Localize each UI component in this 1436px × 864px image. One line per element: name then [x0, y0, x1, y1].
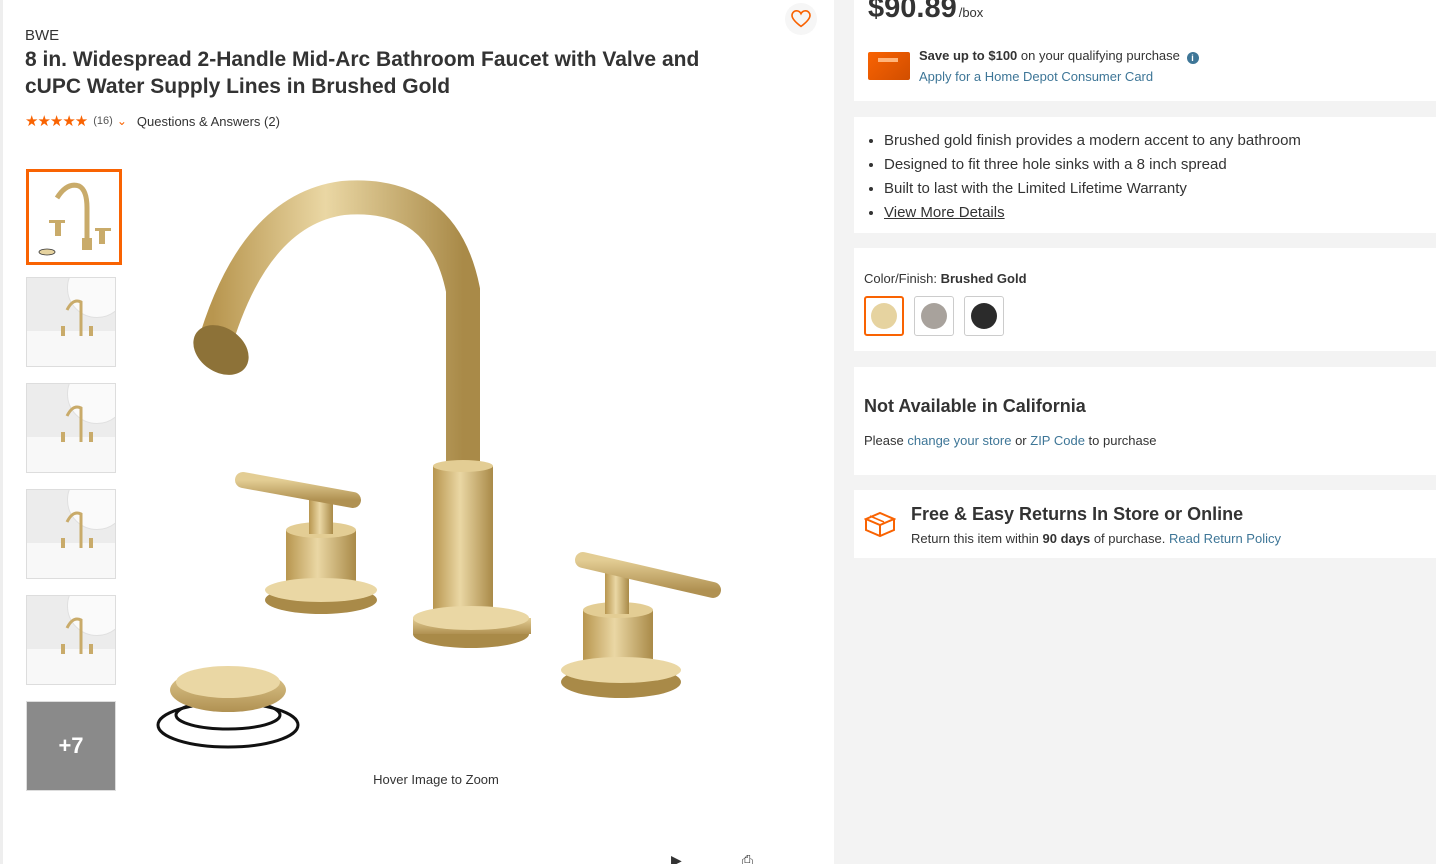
rating-count[interactable]: (16) [93, 115, 113, 127]
swatch-dot [871, 303, 897, 329]
thumbnail-1[interactable] [26, 169, 122, 265]
highlight-item: Designed to fit three hole sinks with a … [884, 153, 1301, 177]
main-product-image[interactable] [143, 170, 743, 770]
highlights-list: Brushed gold finish provides a modern ac… [884, 129, 1301, 225]
share-icon[interactable]: ▶ [671, 852, 682, 864]
returns-panel: Free & Easy Returns In Store or Online R… [854, 490, 1436, 558]
return-policy-link[interactable]: Read Return Policy [1169, 531, 1281, 546]
returns-days: 90 days [1042, 531, 1091, 546]
color-finish-label: Color/Finish: Brushed Gold [864, 271, 1027, 286]
box-return-icon [864, 511, 896, 538]
availability-title: Not Available in California [864, 396, 1086, 416]
color-panel: Color/Finish: Brushed Gold [854, 248, 1436, 351]
brand-name[interactable]: BWE [25, 27, 59, 44]
product-title: 8 in. Widespread 2-Handle Mid-Arc Bathro… [25, 48, 700, 98]
heart-icon [791, 10, 811, 28]
highlight-item: Brushed gold finish provides a modern ac… [884, 129, 1301, 153]
returns-prefix: Return this item within [911, 531, 1043, 546]
more-images-label: +7 [58, 733, 84, 758]
returns-suffix: of purchase. [1090, 531, 1169, 546]
color-swatches [864, 296, 1004, 336]
swatch-dot [971, 303, 997, 329]
save-suffix: on your qualifying purchase [1017, 48, 1180, 63]
thumbnail-3[interactable] [26, 383, 116, 473]
thumbnail-list: +7 [26, 169, 122, 807]
credit-card-icon [868, 52, 910, 80]
swatch-brushed-nickel[interactable] [914, 296, 954, 336]
hover-zoom-hint: Hover Image to Zoom [373, 772, 499, 787]
color-selected-name: Brushed Gold [940, 271, 1027, 286]
thumbnail-5[interactable] [26, 595, 116, 685]
faucet-graphic [61, 511, 93, 548]
thumbnail-4[interactable] [26, 489, 116, 579]
view-more-details-link[interactable]: View More Details [884, 204, 1005, 221]
price-panel: $90.89/box Save up to $100 on your quali… [854, 0, 1436, 101]
highlight-item-more: View More Details [884, 201, 1301, 225]
rating-row: ★★★★★ (16) ⌄ Questions & Answers (2) [25, 112, 280, 130]
price-value: $90.89 [868, 0, 957, 24]
bottom-toolbar: ▶ ⎙ [671, 852, 753, 864]
favorite-button[interactable] [785, 3, 817, 35]
save-prefix: Save up to [919, 48, 989, 63]
product-media-column: BWE 8 in. Widespread 2-Handle Mid-Arc Ba… [0, 0, 834, 864]
avail-prefix: Please [864, 433, 908, 448]
availability-panel: Not Available in California Please chang… [854, 367, 1436, 475]
apply-card-link[interactable]: Apply for a Home Depot Consumer Card [919, 69, 1153, 84]
faucet-graphic [61, 405, 93, 442]
chevron-down-icon[interactable]: ⌄ [117, 114, 127, 128]
swatch-dot [921, 303, 947, 329]
change-store-link[interactable]: change your store [907, 433, 1011, 448]
color-label-prefix: Color/Finish: [864, 271, 941, 286]
swatch-brushed-gold[interactable] [864, 296, 904, 336]
availability-text: Please change your store or ZIP Code to … [864, 433, 1156, 448]
faucet-thumbnail-image [38, 182, 111, 256]
swatch-matte-black[interactable] [964, 296, 1004, 336]
price-unit: /box [958, 5, 984, 20]
avail-suffix: to purchase [1084, 433, 1157, 448]
info-icon[interactable]: i [1186, 52, 1199, 64]
star-rating-icon[interactable]: ★★★★★ [25, 112, 88, 130]
faucet-graphic [61, 299, 93, 336]
save-amount: $100 [988, 48, 1018, 63]
savings-offer: Save up to $100 on your qualifying purch… [919, 48, 1199, 64]
price-display: $90.89/box [868, 0, 983, 25]
highlights-panel: Brushed gold finish provides a modern ac… [854, 117, 1436, 233]
zip-code-link[interactable]: ZIP Code [1030, 433, 1085, 448]
thumbnail-more[interactable]: +7 [26, 701, 116, 791]
print-icon[interactable]: ⎙ [742, 852, 753, 864]
returns-title: Free & Easy Returns In Store or Online [911, 504, 1244, 524]
highlight-item: Built to last with the Limited Lifetime … [884, 177, 1301, 201]
avail-or: or [1011, 433, 1031, 448]
thumbnail-2[interactable] [26, 277, 116, 367]
faucet-graphic [61, 617, 93, 654]
returns-text: Return this item within 90 days of purch… [911, 531, 1281, 546]
questions-answers-link[interactable]: Questions & Answers (2) [137, 114, 280, 129]
